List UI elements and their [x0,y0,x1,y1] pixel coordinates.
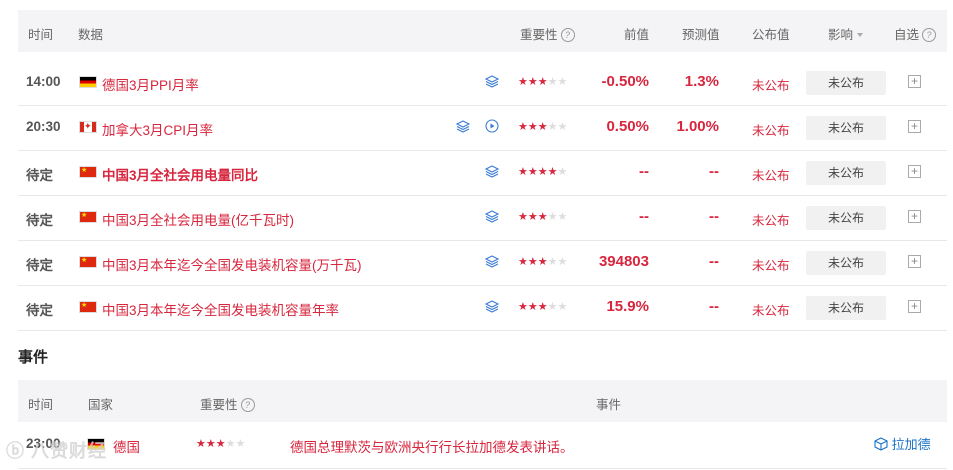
event-row[interactable]: 23:00 德国 ★★★★★ 德国总理默茨与欧洲央行行长拉加德发表讲话。 拉加德 [18,422,947,469]
plus-square-icon[interactable]: + [908,120,921,133]
table-row[interactable]: 待定 中国3月本年迄今全国发电装机容量年率 ★★★★★ 15.9% -- 未公布 未公布 + [18,285,947,331]
layers-icon[interactable] [484,209,500,223]
row-indicator-name[interactable]: 中国3月全社会用电量同比 [102,164,258,184]
row-forecast: -- [709,298,719,315]
row-actual: 未公布 [752,259,790,273]
row-previous: -- [639,163,649,180]
china-flag-icon [79,301,97,313]
col-data: 数据 [78,28,104,42]
row-time: 待定 [26,303,53,318]
row-previous: -0.50% [601,73,649,90]
event-description[interactable]: 德国总理默茨与欧洲央行行长拉加德发表讲话。 [290,436,574,456]
plus-square-icon[interactable]: + [908,210,921,223]
play-circle-icon[interactable] [485,119,499,133]
event-country: 德国 [113,440,140,455]
col-impact[interactable]: 影响 [828,24,864,43]
events-table-header: 时间 国家 重要性? 事件 [18,380,947,422]
calendar-table-header: 时间 数据 重要性? 前值 预测值 公布值 影响 自选? [18,10,947,52]
event-importance-stars: ★★★★★ [196,438,246,450]
impact-button[interactable]: 未公布 [806,161,886,185]
row-indicator-name[interactable]: 加拿大3月CPI月率 [102,119,213,139]
row-forecast: -- [709,163,719,180]
impact-button[interactable]: 未公布 [806,71,886,95]
events-section-title: 事件 [18,349,49,366]
table-row[interactable]: 待定 中国3月全社会用电量(亿千瓦时) ★★★★★ -- -- 未公布 未公布 + [18,195,947,241]
col-forecast: 预测值 [682,28,720,42]
table-row[interactable]: 待定 中国3月本年迄今全国发电装机容量(万千瓦) ★★★★★ 394803 -- 未公布 未… [18,240,947,286]
china-flag-icon [79,166,97,178]
events-col-time: 时间 [28,398,54,412]
row-forecast: 1.00% [676,118,719,135]
person-link[interactable]: 拉加德 [874,434,931,453]
layers-icon[interactable] [484,299,500,313]
germany-flag-icon [79,76,97,88]
layers-icon[interactable] [484,74,500,88]
row-actual: 未公布 [752,169,790,183]
importance-stars: ★★★★★ [518,76,568,88]
row-time: 待定 [26,258,53,273]
row-time: 20:30 [26,119,61,134]
impact-button[interactable]: 未公布 [806,296,886,320]
plus-square-icon[interactable]: + [908,75,921,88]
row-previous: 0.50% [606,118,649,135]
col-importance: 重要性? [520,24,575,43]
importance-stars: ★★★★★ [518,121,568,133]
question-circle-icon[interactable]: ? [240,398,255,412]
importance-stars: ★★★★★ [518,166,568,178]
row-actual: 未公布 [752,214,790,228]
china-flag-icon [79,211,97,223]
row-actual: 未公布 [752,124,790,138]
row-time: 待定 [26,168,53,183]
row-forecast: 1.3% [684,73,719,90]
watermark-logo: ⓑ 八赞财经 [6,441,108,461]
impact-button[interactable]: 未公布 [806,251,886,275]
table-row[interactable]: 待定 中国3月全社会用电量同比 ★★★★★ -- -- 未公布 未公布 + [18,150,947,196]
row-previous: 15.9% [606,298,649,315]
layers-icon[interactable] [455,119,471,133]
plus-square-icon[interactable]: + [908,255,921,268]
col-actual: 公布值 [752,28,790,42]
importance-stars: ★★★★★ [518,211,568,223]
row-indicator-name[interactable]: 中国3月全社会用电量(亿千瓦时) [102,209,294,229]
importance-stars: ★★★★★ [518,301,568,313]
impact-button[interactable]: 未公布 [806,116,886,140]
row-indicator-name[interactable]: 中国3月本年迄今全国发电装机容量(万千瓦) [102,254,362,274]
importance-stars: ★★★★★ [518,256,568,268]
table-row[interactable]: 20:30 加拿大3月CPI月率 ★★★★★ 0.50% 1.00% 未公布 未公布 + [18,105,947,151]
row-time: 待定 [26,213,53,228]
col-time: 时间 [28,28,54,42]
row-actual: 未公布 [752,79,790,93]
canada-flag-icon [79,121,97,133]
question-circle-icon[interactable]: ? [560,28,575,42]
events-col-importance: 重要性? [200,394,255,413]
plus-square-icon[interactable]: + [908,165,921,178]
cube-icon [874,437,888,451]
row-previous: -- [639,208,649,225]
row-forecast: -- [709,253,719,270]
col-previous: 前值 [624,28,650,42]
row-indicator-name[interactable]: 德国3月PPI月率 [102,74,199,94]
row-actual: 未公布 [752,304,790,318]
row-time: 14:00 [26,74,61,89]
row-forecast: -- [709,208,719,225]
caret-down-icon [857,33,864,37]
layers-icon[interactable] [484,254,500,268]
row-previous: 394803 [598,253,649,270]
plus-square-icon[interactable]: + [908,300,921,313]
impact-button[interactable]: 未公布 [806,206,886,230]
events-col-country: 国家 [88,398,114,412]
row-indicator-name[interactable]: 中国3月本年迄今全国发电装机容量年率 [102,299,339,319]
events-col-event: 事件 [596,398,622,412]
china-flag-icon [79,256,97,268]
table-row[interactable]: 14:00 德国3月PPI月率 ★★★★★ -0.50% 1.3% 未公布 未公布 + [18,60,947,106]
col-watch: 自选? [894,24,937,43]
question-circle-icon[interactable]: ? [922,28,937,42]
layers-icon[interactable] [484,164,500,178]
